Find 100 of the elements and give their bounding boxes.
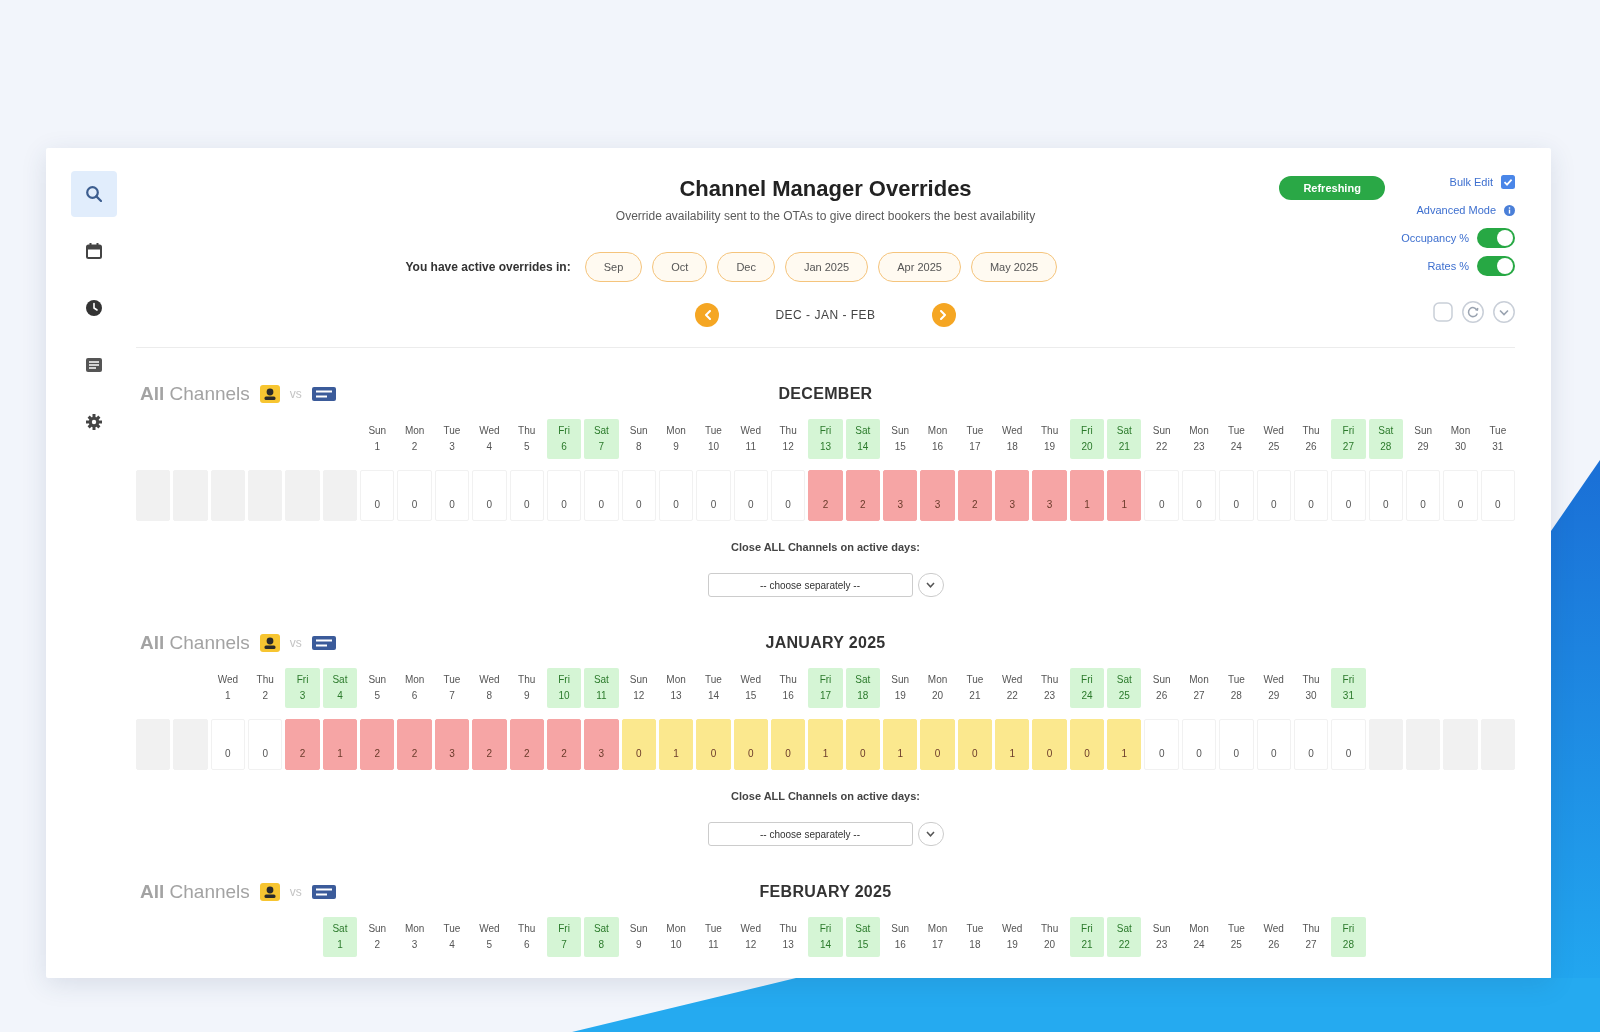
close-all-label: Close ALL Channels on active days: xyxy=(731,540,920,555)
day-cell: 2 xyxy=(808,470,843,521)
day-header: Fri 14 xyxy=(808,917,843,957)
day-header: Fri 6 xyxy=(546,419,582,459)
day-cell: 0 xyxy=(1443,470,1478,521)
day-header: Fri 27 xyxy=(1331,419,1366,459)
day-cell: 3 xyxy=(434,719,470,770)
search-icon xyxy=(86,186,102,202)
day-header: Tue 24 xyxy=(1226,424,1246,454)
dropdown-toggle-button[interactable] xyxy=(917,822,944,846)
day-header: Mon 23 xyxy=(1188,424,1210,454)
day-cell: 2 xyxy=(285,719,320,770)
next-button[interactable] xyxy=(931,303,956,327)
day-header: Tue 14 xyxy=(704,673,723,703)
day-cell: 0 xyxy=(1293,719,1329,770)
day-header: Sat 7 xyxy=(584,419,619,459)
info-icon[interactable] xyxy=(1504,204,1515,216)
day-cell: 0 xyxy=(845,719,880,770)
refresh-icon[interactable] xyxy=(1462,301,1484,323)
day-header: Sun 19 xyxy=(890,673,911,703)
chevron-down-icon[interactable] xyxy=(1493,301,1515,323)
day-header: Fri 7 xyxy=(546,917,582,957)
day-header: Wed 15 xyxy=(739,673,762,703)
chevron-right-icon xyxy=(940,310,948,320)
month-chip[interactable]: Apr 2025 xyxy=(878,252,961,282)
day-header: Wed 1 xyxy=(216,673,240,703)
day-cell: 2 xyxy=(546,719,582,770)
day-header: Tue 3 xyxy=(442,424,462,454)
day-cell: 3 xyxy=(995,470,1030,521)
versus-label: vs xyxy=(289,885,302,899)
day-cell: 0 xyxy=(210,719,246,770)
day-cell: 0 xyxy=(696,719,731,770)
day-header: Sat 1 xyxy=(322,917,358,957)
day-cell: 0 xyxy=(1256,719,1291,770)
day-cell: 0 xyxy=(472,470,507,521)
month-chip[interactable]: Oct xyxy=(652,252,708,282)
day-header: Sun 12 xyxy=(628,673,649,703)
day-header: Sat 28 xyxy=(1368,419,1403,459)
option-label: Bulk Edit xyxy=(1449,176,1493,188)
day-cell: 0 xyxy=(1181,719,1217,770)
day-header: Wed 4 xyxy=(478,424,501,454)
day-header: Mon 9 xyxy=(665,424,687,454)
channels-label: All Channels xyxy=(140,383,250,405)
day-cell: 1 xyxy=(658,719,694,770)
day-header: Fri 24 xyxy=(1069,668,1105,708)
day-header: Sun 16 xyxy=(890,922,911,952)
day-header: Sun 29 xyxy=(1413,424,1433,454)
day-header: Tue 7 xyxy=(442,673,462,703)
day-header: Mon 30 xyxy=(1449,424,1472,454)
day-cell: 0 xyxy=(434,470,470,521)
day-header: Thu 12 xyxy=(778,424,798,454)
day-header: Thu 27 xyxy=(1301,922,1321,952)
day-header: Mon 6 xyxy=(403,673,426,703)
day-cell: 1 xyxy=(808,719,843,770)
day-header: Wed 12 xyxy=(739,922,762,952)
month-range: DEC - JAN - FEB xyxy=(775,308,876,322)
day-cell: 0 xyxy=(248,719,283,770)
day-cell: 0 xyxy=(1069,719,1105,770)
day-header: Sat 15 xyxy=(845,917,880,957)
dropdown[interactable]: -- choose separately -- xyxy=(707,573,913,597)
day-header: Wed 5 xyxy=(478,922,501,952)
list-icon xyxy=(86,358,102,372)
day-header: Sun 5 xyxy=(367,673,388,703)
day-header: Sat 14 xyxy=(845,419,880,459)
day-cell: 0 xyxy=(1256,470,1291,521)
day-cell: 0 xyxy=(957,719,993,770)
month-chip[interactable]: Dec xyxy=(717,252,775,282)
day-cell: 1 xyxy=(322,719,358,770)
toggle-switch[interactable] xyxy=(1477,228,1515,248)
dropdown-toggle-button[interactable] xyxy=(917,573,944,597)
day-header: Mon 27 xyxy=(1188,673,1210,703)
month-chip[interactable]: Jan 2025 xyxy=(784,252,869,282)
toggle-switch[interactable] xyxy=(1477,256,1515,276)
day-header: Sat 25 xyxy=(1107,668,1142,708)
dropdown[interactable]: -- choose separately -- xyxy=(707,822,913,846)
calendar-icon xyxy=(86,243,102,259)
day-cell: 1 xyxy=(883,719,918,770)
day-header: Wed 11 xyxy=(739,424,762,454)
channels-label: All Channels xyxy=(140,881,250,903)
day-cell: 1 xyxy=(1069,470,1105,521)
month-chip[interactable]: May 2025 xyxy=(970,252,1058,282)
month-chip[interactable]: Sep xyxy=(584,252,643,282)
day-cell: 0 xyxy=(920,719,955,770)
day-header: Mon 16 xyxy=(926,424,949,454)
day-header: Fri 10 xyxy=(546,668,582,708)
checkbox[interactable] xyxy=(1501,175,1515,189)
day-cell: 2 xyxy=(957,470,993,521)
logo-icon xyxy=(259,385,280,403)
day-cell: 3 xyxy=(920,470,955,521)
page-title: Channel Manager Overrides xyxy=(679,176,972,202)
day-header: Mon 13 xyxy=(665,673,687,703)
day-header: Fri 20 xyxy=(1069,419,1105,459)
day-cell: 0 xyxy=(770,470,806,521)
logo-icon xyxy=(259,634,280,652)
day-header: Thu 13 xyxy=(778,922,798,952)
day-cell: 0 xyxy=(397,470,432,521)
day-header: Sun 9 xyxy=(628,922,649,952)
previous-button[interactable] xyxy=(695,303,720,327)
day-cell: 0 xyxy=(733,719,768,770)
day-cell: 2 xyxy=(360,719,395,770)
